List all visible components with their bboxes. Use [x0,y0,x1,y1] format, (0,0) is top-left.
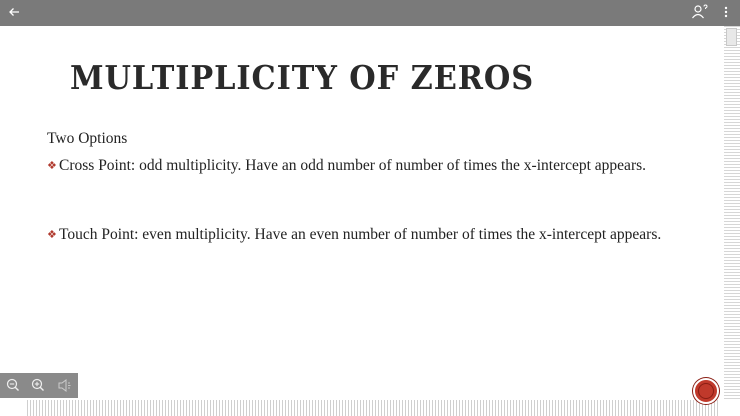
person-question-icon [692,4,708,19]
bullet-diamond-icon: ❖ [47,160,57,172]
slide-canvas: MULTIPLICITY OF ZEROS Two Options ❖ Cros… [0,26,724,400]
speaker-icon [58,379,71,392]
bullet-text: Cross Point: odd multiplicity. Have an o… [59,157,647,174]
hscroll-right-margin [718,400,740,416]
zoom-out-icon [6,378,19,391]
zoom-in-button[interactable] [27,375,49,396]
bullet-text: Touch Point: even multiplicity. Have an … [59,226,662,243]
zoom-out-button[interactable] [2,375,24,396]
vertical-scrollbar[interactable] [724,26,740,400]
top-toolbar [0,0,740,26]
zoom-in-icon [31,378,44,391]
person-question-button[interactable] [691,4,711,22]
scrollbar-thumb[interactable] [726,28,737,46]
slide-title: MULTIPLICITY OF ZEROS [70,58,535,97]
more-options-button[interactable] [719,4,733,22]
horizontal-scrollbar[interactable] [0,400,740,416]
more-vertical-icon [724,6,728,18]
back-button[interactable] [5,4,23,22]
hscroll-left-margin [0,400,26,416]
slide-subheading: Two Options [47,130,128,147]
arrow-left-icon [9,8,19,16]
zoom-controls [0,373,78,398]
bullet-diamond-icon: ❖ [47,229,57,241]
bullet-touch-point: ❖ Touch Point: even multiplicity. Have a… [47,226,697,244]
record-icon [698,383,714,399]
record-button[interactable] [693,378,719,404]
speaker-button[interactable] [53,375,75,396]
bullet-cross-point: ❖ Cross Point: odd multiplicity. Have an… [47,157,697,175]
